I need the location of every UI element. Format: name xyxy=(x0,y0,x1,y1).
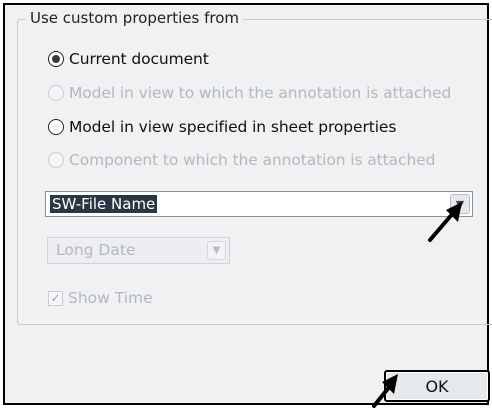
show-time-checkbox-row: ✓ Show Time xyxy=(48,287,153,309)
radio-label: Current document xyxy=(69,50,209,68)
pointer-arrow-icon xyxy=(428,202,462,242)
radio-label: Model in view to which the annotation is… xyxy=(69,84,452,102)
date-format-value: Long Date xyxy=(56,241,136,259)
date-format-combobox: Long Date ▼ xyxy=(47,237,230,264)
radio-model-in-view-sheet-properties[interactable]: Model in view specified in sheet propert… xyxy=(48,116,396,138)
radio-button-selected[interactable] xyxy=(48,51,64,67)
group-title: Use custom properties from xyxy=(26,9,244,27)
show-time-label: Show Time xyxy=(68,289,153,307)
radio-component-attached: Component to which the annotation is att… xyxy=(48,149,435,171)
radio-label: Model in view specified in sheet propert… xyxy=(69,118,397,136)
chevron-down-icon: ▼ xyxy=(207,241,226,260)
radio-button[interactable] xyxy=(48,119,64,135)
radio-current-document[interactable]: Current document xyxy=(48,48,209,70)
property-combobox-value: SW-File Name xyxy=(50,195,158,213)
radio-button-disabled xyxy=(48,152,64,168)
pointer-arrow-icon xyxy=(372,374,398,408)
show-time-checkbox: ✓ xyxy=(48,290,63,306)
radio-label: Component to which the annotation is att… xyxy=(69,151,436,169)
property-combobox[interactable]: SW-File Name ▼ xyxy=(45,191,473,217)
radio-button-disabled xyxy=(48,85,64,101)
radio-model-in-view-attached: Model in view to which the annotation is… xyxy=(48,82,451,104)
